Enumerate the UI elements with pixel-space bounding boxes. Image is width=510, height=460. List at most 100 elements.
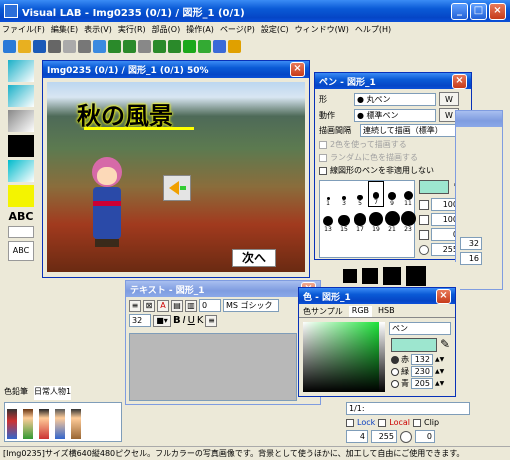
text-tool-label[interactable]: ABC: [9, 210, 34, 223]
color-eyedropper-icon[interactable]: ✎: [440, 337, 450, 351]
color-tab[interactable]: HSB: [378, 306, 395, 317]
opt3-checkbox[interactable]: [319, 166, 327, 175]
open-icon[interactable]: [18, 39, 31, 53]
menu-item[interactable]: 設定(C): [261, 24, 289, 35]
align-right-icon[interactable]: ≡: [205, 314, 218, 327]
green-value[interactable]: 230: [411, 366, 433, 377]
prop-num3[interactable]: 0: [415, 430, 435, 443]
align-left-icon[interactable]: ≡: [129, 299, 141, 312]
save-icon[interactable]: [33, 39, 46, 53]
color-tab[interactable]: 色サンプル: [303, 306, 343, 317]
pen-size-option[interactable]: 9: [384, 181, 400, 207]
brush-tool-icon[interactable]: [8, 160, 34, 182]
italic-button[interactable]: I: [183, 315, 186, 326]
menu-item[interactable]: ページ(P): [220, 24, 255, 35]
local-checkbox[interactable]: [378, 418, 387, 427]
red-spin-icon[interactable]: ▲▼: [435, 356, 444, 363]
pen-size-option[interactable]: 1: [320, 181, 336, 207]
pen-color-swatch[interactable]: [419, 180, 449, 194]
character-thumb-2[interactable]: [23, 409, 33, 439]
color-tab[interactable]: RGB: [348, 306, 373, 317]
color-swatch[interactable]: [391, 338, 437, 352]
character-thumb-1[interactable]: [7, 409, 17, 439]
font-size-select[interactable]: 32: [129, 314, 151, 327]
pen-size-option[interactable]: 19: [368, 207, 384, 233]
menu-item[interactable]: 実行(R): [118, 24, 146, 35]
rotate-icon[interactable]: [400, 430, 412, 443]
right-num1[interactable]: 32: [460, 237, 482, 250]
help-icon[interactable]: [228, 39, 241, 53]
interval-select[interactable]: 連続して描画（標準）: [360, 124, 466, 137]
character-thumb-4[interactable]: [55, 409, 65, 439]
red-radio[interactable]: [391, 355, 399, 364]
character-thumb-5[interactable]: [71, 409, 81, 439]
color-picker-field[interactable]: [303, 322, 379, 392]
green-spin-icon[interactable]: ▲▼: [435, 368, 444, 375]
menu-item[interactable]: 編集(E): [51, 24, 78, 35]
text-box-tool-label[interactable]: ABC: [8, 241, 34, 261]
right-num2[interactable]: 16: [460, 252, 482, 265]
text-box-icon[interactable]: ⊠: [143, 299, 155, 312]
new-icon[interactable]: [3, 39, 16, 53]
green-radio[interactable]: [391, 367, 399, 376]
text-editor-area[interactable]: [129, 333, 297, 401]
line-tool-icon[interactable]: [8, 226, 34, 238]
strike-button[interactable]: K: [197, 315, 204, 326]
close-icon[interactable]: ×: [489, 2, 506, 20]
swatch-4[interactable]: [406, 266, 426, 286]
marker-tool-icon[interactable]: [8, 85, 34, 107]
zoom-in-icon[interactable]: [153, 39, 166, 53]
pen-tool-icon[interactable]: [8, 60, 34, 82]
shadow-icon[interactable]: ▤: [171, 299, 183, 312]
swatch-2[interactable]: [362, 268, 378, 284]
brightness-slider[interactable]: [379, 322, 385, 392]
pen-size-option[interactable]: 17: [352, 207, 368, 233]
blue-spin-icon[interactable]: ▲▼: [435, 380, 444, 387]
opt2-checkbox[interactable]: [319, 153, 327, 162]
clip-checkbox[interactable]: [412, 418, 421, 427]
pen-size-option[interactable]: 3: [336, 181, 352, 207]
prop-num1[interactable]: 4: [346, 430, 368, 443]
character-thumb-3[interactable]: [39, 409, 49, 439]
bold-button[interactable]: B: [173, 315, 181, 326]
menu-item[interactable]: ファイル(F): [2, 24, 45, 35]
cut-icon[interactable]: [63, 39, 76, 53]
next-button[interactable]: 次へ: [232, 249, 276, 267]
pen-close-icon[interactable]: ×: [452, 73, 467, 89]
text-fill-select[interactable]: ■▾: [153, 314, 171, 327]
page-select[interactable]: 1/1:: [346, 402, 470, 415]
pen-size-option[interactable]: 15: [336, 207, 352, 233]
shape-select[interactable]: ● 丸ペン: [354, 92, 436, 106]
page-icon[interactable]: [213, 39, 226, 53]
eraser-tool-icon[interactable]: [8, 110, 34, 132]
shape-preview-button[interactable]: W: [439, 92, 459, 106]
copy-icon[interactable]: [78, 39, 91, 53]
border-icon[interactable]: ▥: [185, 299, 197, 312]
menu-item[interactable]: 部品(O): [152, 24, 181, 35]
red-value[interactable]: 132: [411, 354, 433, 365]
sound-button[interactable]: [163, 175, 191, 201]
color-close-icon[interactable]: ×: [436, 288, 451, 304]
fill-tool-icon[interactable]: [8, 135, 34, 157]
blue-value[interactable]: 205: [411, 378, 433, 389]
menu-item[interactable]: ウィンドウ(W): [295, 24, 349, 35]
underline-button[interactable]: U: [188, 315, 195, 326]
blue-radio[interactable]: [391, 379, 399, 388]
print-icon[interactable]: [48, 39, 61, 53]
menu-item[interactable]: ヘルプ(H): [355, 24, 391, 35]
text-size-num[interactable]: 0: [199, 299, 221, 312]
undo-icon[interactable]: [108, 39, 121, 53]
maximize-icon[interactable]: □: [470, 2, 487, 20]
swatch-1[interactable]: [343, 269, 357, 283]
minimize-icon[interactable]: _: [451, 2, 468, 20]
opt1-checkbox[interactable]: [319, 140, 327, 149]
trash-icon[interactable]: [138, 39, 151, 53]
redo-icon[interactable]: [123, 39, 136, 53]
pen-size-option[interactable]: 13: [320, 207, 336, 233]
canvas-close-icon[interactable]: ×: [290, 62, 305, 77]
grid-icon[interactable]: [198, 39, 211, 53]
library-tab[interactable]: 日常人物1: [34, 386, 72, 400]
pen-size-option[interactable]: 5: [352, 181, 368, 207]
highlight-tool-icon[interactable]: [8, 185, 34, 207]
zoom-out-icon[interactable]: [168, 39, 181, 53]
